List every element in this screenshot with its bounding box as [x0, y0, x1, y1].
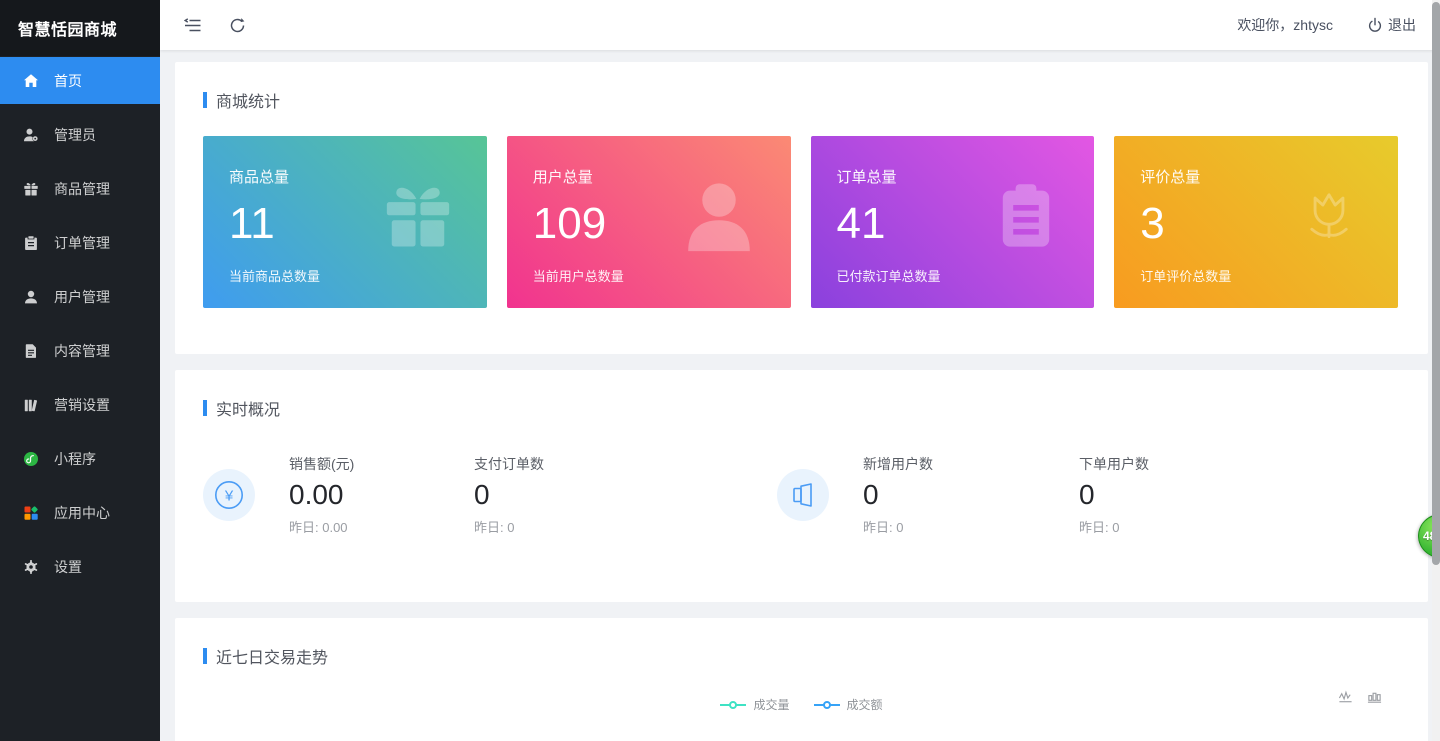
panel-trend: 近七日交易走势 成交量 成交额: [175, 618, 1428, 741]
bar-chart-icon[interactable]: [1367, 690, 1382, 710]
sidebar-item-appcenter[interactable]: 应用中心: [0, 489, 160, 536]
sidebar: 智慧恬园商城 首页 管理员: [0, 0, 160, 741]
overview-stat-sales: 销售额(元) 0.00 昨日: 0.00: [289, 454, 474, 536]
stat-card-subtitle: 当前用户总数量: [533, 266, 791, 285]
title-bar-accent: [203, 92, 207, 108]
stat-card-reviews: 评价总量 3 订单评价总数量: [1114, 136, 1398, 308]
stat-yesterday: 昨日: 0: [1079, 517, 1149, 536]
sidebar-item-home[interactable]: 首页: [0, 57, 160, 104]
stat-label: 支付订单数: [474, 454, 777, 474]
main-content: 商城统计 商品总量 11 当前商品总数量 用户总量 109 当前用户总数量: [160, 50, 1440, 741]
refresh-icon[interactable]: [226, 14, 248, 36]
clipboard-icon: [22, 234, 40, 252]
welcome-text: 欢迎你，zhtysc: [1237, 15, 1333, 35]
logout-label: 退出: [1388, 15, 1416, 35]
section-title-text: 商城统计: [216, 88, 280, 112]
legend-label: 成交额: [847, 696, 883, 713]
yen-icon: ¥: [203, 469, 255, 521]
section-title-stats: 商城统计: [203, 88, 1398, 112]
scrollbar-thumb[interactable]: [1432, 2, 1440, 565]
legend-item-amount[interactable]: 成交额: [814, 696, 883, 713]
user-icon: [22, 288, 40, 306]
sidebar-item-label: 营销设置: [54, 395, 110, 415]
panel-realtime-overview: 实时概况 ¥ 销售额(元) 0.00 昨日: 0.00 支付订单数 0 昨日: …: [175, 370, 1428, 602]
sidebar-item-users[interactable]: 用户管理: [0, 273, 160, 320]
section-title-overview: 实时概况: [203, 396, 1400, 420]
sidebar-item-content[interactable]: 内容管理: [0, 327, 160, 374]
sidebar-item-label: 小程序: [54, 449, 96, 469]
stat-value: 0.00: [289, 481, 474, 509]
legend-label: 成交量: [753, 696, 789, 713]
stat-value: 0: [474, 481, 777, 509]
title-bar-accent: [203, 648, 207, 664]
sidebar-item-admin[interactable]: 管理员: [0, 111, 160, 158]
miniprogram-icon: [22, 450, 40, 468]
stat-yesterday: 昨日: 0.00: [289, 517, 474, 536]
stat-label: 新增用户数: [863, 454, 1079, 474]
sidebar-item-settings[interactable]: 设置: [0, 543, 160, 590]
stat-cards-row: 商品总量 11 当前商品总数量 用户总量 109 当前用户总数量: [203, 136, 1398, 308]
books-icon: [22, 396, 40, 414]
sidebar-item-miniprogram[interactable]: 小程序: [0, 435, 160, 482]
overview-stat-new-users: 新增用户数 0 昨日: 0: [863, 454, 1079, 536]
stat-value: 0: [1079, 481, 1149, 509]
stat-card-products: 商品总量 11 当前商品总数量: [203, 136, 487, 308]
logout-button[interactable]: 退出: [1367, 15, 1416, 35]
gift-icon: [22, 180, 40, 198]
person-icon: [675, 174, 763, 267]
stat-label: 销售额(元): [289, 454, 474, 474]
section-title-text: 实时概况: [216, 396, 280, 420]
gear-icon: [22, 558, 40, 576]
sidebar-item-orders[interactable]: 订单管理: [0, 219, 160, 266]
clipboard-icon: [986, 178, 1066, 263]
line-marker-icon: [814, 704, 840, 706]
stat-card-orders: 订单总量 41 已付款订单总数量: [811, 136, 1095, 308]
admin-icon: [22, 126, 40, 144]
chart-toolbox: [1338, 690, 1382, 710]
stat-value: 0: [863, 481, 1079, 509]
sidebar-item-products[interactable]: 商品管理: [0, 165, 160, 212]
document-icon: [22, 342, 40, 360]
sidebar-item-label: 首页: [54, 71, 82, 91]
overview-stat-ordering-users: 下单用户数 0 昨日: 0: [1079, 454, 1149, 536]
stat-yesterday: 昨日: 0: [474, 517, 777, 536]
collapse-menu-icon[interactable]: [182, 14, 204, 36]
app-logo: 智慧恬园商城: [0, 0, 160, 56]
sidebar-item-label: 商品管理: [54, 179, 110, 199]
sidebar-item-label: 内容管理: [54, 341, 110, 361]
legend-item-volume[interactable]: 成交量: [720, 696, 789, 713]
topbar-right: 欢迎你，zhtysc 退出: [1237, 15, 1416, 35]
scrollbar-track[interactable]: [1432, 0, 1440, 741]
sidebar-item-label: 订单管理: [54, 233, 110, 253]
sidebar-item-label: 管理员: [54, 125, 96, 145]
home-icon: [22, 72, 40, 90]
power-icon: [1367, 17, 1383, 33]
line-marker-icon: [720, 704, 746, 706]
sidebar-item-label: 用户管理: [54, 287, 110, 307]
stat-yesterday: 昨日: 0: [863, 517, 1079, 536]
stat-card-subtitle: 当前商品总数量: [229, 266, 487, 285]
chart-legend: 成交量 成交额: [203, 696, 1400, 713]
stat-label: 下单用户数: [1079, 454, 1149, 474]
line-chart-icon[interactable]: [1338, 690, 1353, 710]
door-icon: [777, 469, 829, 521]
sidebar-item-label: 应用中心: [54, 503, 110, 523]
sidebar-menu: 首页 管理员 商品管理: [0, 56, 160, 590]
gift-icon: [377, 177, 459, 264]
svg-text:¥: ¥: [224, 488, 234, 505]
sidebar-item-label: 设置: [54, 557, 82, 577]
section-title-trend: 近七日交易走势: [203, 644, 1400, 668]
apps-icon: [22, 504, 40, 522]
panel-mall-statistics: 商城统计 商品总量 11 当前商品总数量 用户总量 109 当前用户总数量: [175, 62, 1428, 354]
overview-stat-paid-orders: 支付订单数 0 昨日: 0: [474, 454, 777, 536]
stat-card-users: 用户总量 109 当前用户总数量: [507, 136, 791, 308]
stat-card-subtitle: 订单评价总数量: [1140, 266, 1398, 285]
overview-row: ¥ 销售额(元) 0.00 昨日: 0.00 支付订单数 0 昨日: 0 新: [203, 454, 1400, 536]
title-bar-accent: [203, 400, 207, 416]
topbar: 欢迎你，zhtysc 退出: [160, 0, 1440, 50]
flower-icon: [1288, 177, 1370, 264]
section-title-text: 近七日交易走势: [216, 644, 328, 668]
sidebar-item-marketing[interactable]: 营销设置: [0, 381, 160, 428]
stat-card-subtitle: 已付款订单总数量: [837, 266, 1095, 285]
